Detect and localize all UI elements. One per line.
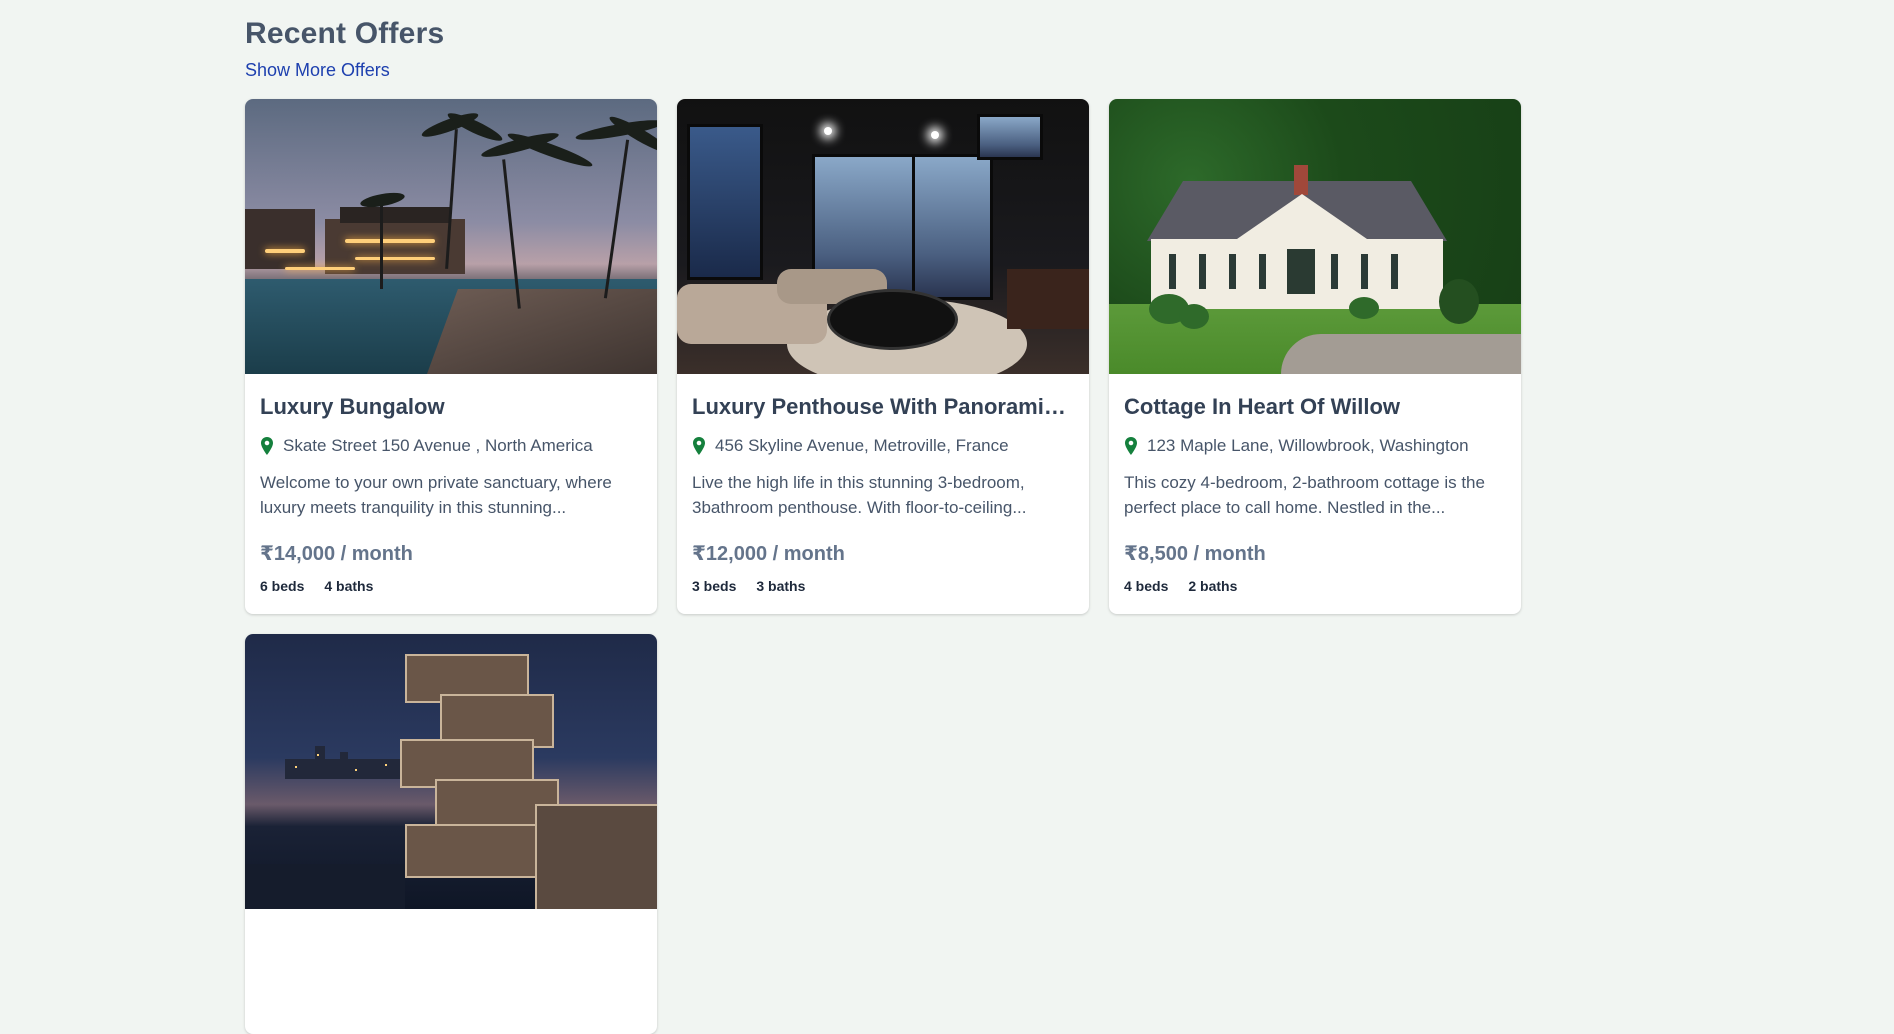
- listing-image-penthouse: [677, 99, 1089, 374]
- listing-description: Welcome to your own private sanctuary, w…: [260, 473, 612, 517]
- listing-description: Live the high life in this stunning 3-be…: [692, 473, 1027, 517]
- listing-title: Cottage In Heart Of Willow: [1124, 394, 1401, 419]
- map-pin-icon: [693, 437, 705, 455]
- listing-card[interactable]: Luxury Penthouse With Panoramic ... 456 …: [677, 99, 1089, 614]
- listing-beds: 3 beds: [692, 578, 737, 594]
- listing-baths: 4 baths: [324, 578, 374, 594]
- show-more-offers-link[interactable]: Show More Offers: [245, 60, 390, 81]
- listing-image-tower: [245, 634, 657, 909]
- listing-card[interactable]: [245, 634, 657, 1034]
- listing-beds: 6 beds: [260, 578, 305, 594]
- listing-baths: 3 baths: [756, 578, 806, 594]
- listing-image-bungalow: [245, 99, 657, 374]
- listing-beds: 4 beds: [1124, 578, 1169, 594]
- listing-baths: 2 baths: [1188, 578, 1238, 594]
- listing-title: Luxury Penthouse With Panoramic ...: [692, 394, 1074, 419]
- listing-price: ₹12,000 / month: [692, 543, 845, 565]
- listing-features: 3 beds 3 baths: [692, 578, 1074, 594]
- map-pin-icon: [1125, 437, 1137, 455]
- listing-location: 123 Maple Lane, Willowbrook, Washington: [1124, 434, 1506, 458]
- listing-location-text: 123 Maple Lane, Willowbrook, Washington: [1147, 436, 1469, 455]
- listing-card[interactable]: Cottage In Heart Of Willow 123 Maple Lan…: [1109, 99, 1521, 614]
- listing-features: 6 beds 4 baths: [260, 578, 642, 594]
- listing-location: 456 Skyline Avenue, Metroville, France: [692, 434, 1074, 458]
- listing-location: Skate Street 150 Avenue , North America: [260, 434, 642, 458]
- listing-description: This cozy 4-bedroom, 2-bathroom cottage …: [1124, 473, 1485, 517]
- listing-card[interactable]: Luxury Bungalow Skate Street 150 Avenue …: [245, 99, 657, 614]
- listing-price: ₹14,000 / month: [260, 543, 413, 565]
- map-pin-icon: [261, 437, 273, 455]
- listing-title: Luxury Bungalow: [260, 394, 445, 419]
- listing-image-cottage: [1109, 99, 1521, 374]
- listing-price: ₹8,500 / month: [1124, 543, 1266, 565]
- listings-grid: Luxury Bungalow Skate Street 150 Avenue …: [245, 99, 1521, 1034]
- listing-location-text: 456 Skyline Avenue, Metroville, France: [715, 436, 1009, 455]
- listing-location-text: Skate Street 150 Avenue , North America: [283, 436, 593, 455]
- listing-features: 4 beds 2 baths: [1124, 578, 1506, 594]
- section-title: Recent Offers: [245, 17, 445, 50]
